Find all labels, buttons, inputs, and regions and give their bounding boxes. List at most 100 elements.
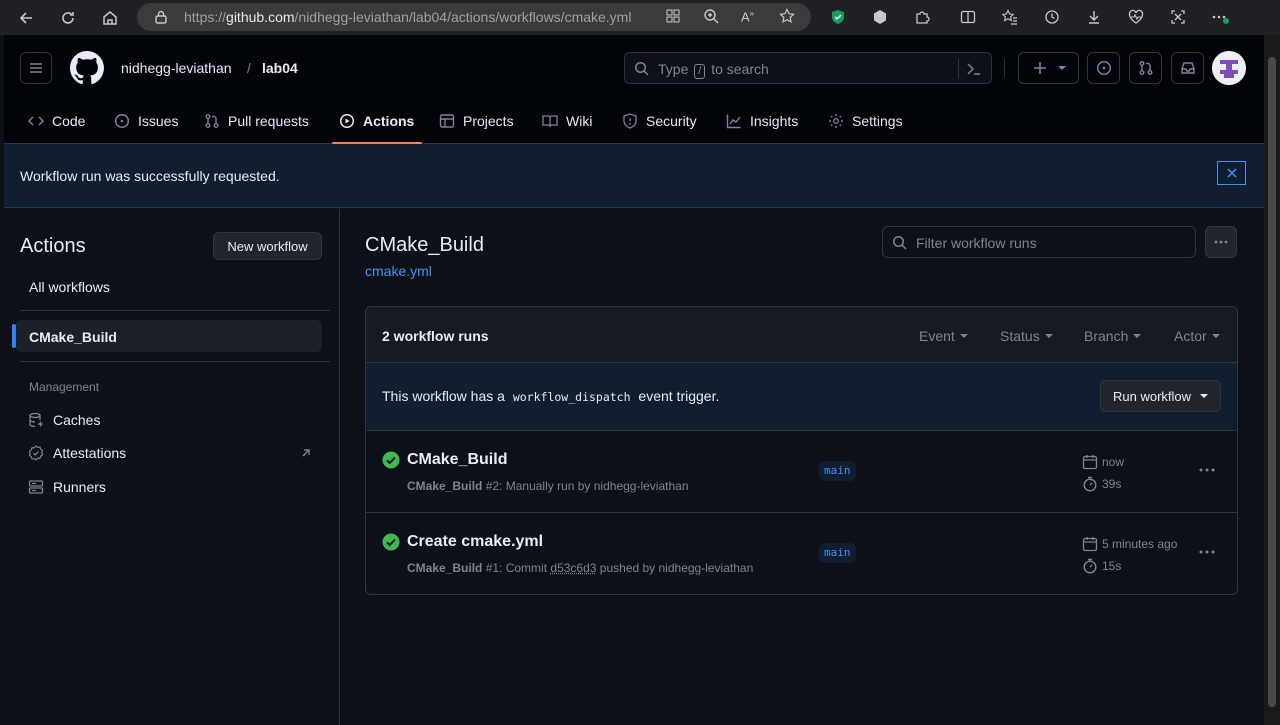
check-circle-icon xyxy=(382,451,400,469)
search-placeholder: Type / to search xyxy=(658,61,769,79)
status-filter-label: Status xyxy=(1000,328,1040,344)
tab-insights-label: Insights xyxy=(750,112,799,129)
favorite-star-icon[interactable] xyxy=(779,8,795,24)
command-palette-icon[interactable] xyxy=(966,61,982,77)
branch-filter-label: Branch xyxy=(1084,328,1129,344)
run-title[interactable]: CMake_Build xyxy=(407,451,507,469)
branch-badge[interactable]: main xyxy=(819,461,856,481)
tab-projects[interactable]: Projects xyxy=(439,97,514,144)
zoom-icon[interactable] xyxy=(703,8,719,24)
check-circle-icon xyxy=(382,533,400,551)
event-filter-label: Event xyxy=(919,328,955,344)
search-input[interactable]: Type / to search xyxy=(624,52,992,84)
event-filter[interactable]: Event xyxy=(919,328,968,344)
workflow-menu-button[interactable] xyxy=(1205,226,1237,258)
scrollbar[interactable] xyxy=(1264,35,1280,725)
verified-icon xyxy=(28,445,44,461)
address-bar[interactable]: https://github.com/nidhegg-leviathan/lab… xyxy=(137,3,811,31)
database-icon xyxy=(29,412,43,428)
url-text: https://github.com/nidhegg-leviathan/lab… xyxy=(184,9,632,25)
shield-extension-icon[interactable] xyxy=(828,7,848,27)
breadcrumb-owner[interactable]: nidhegg-leviathan xyxy=(121,60,232,76)
scroll-thumb[interactable] xyxy=(1268,57,1276,707)
puzzle-extensions-icon[interactable] xyxy=(912,7,932,27)
table-row[interactable]: CMake_Build CMake_Build #2: Manually run… xyxy=(366,431,1237,513)
tab-settings[interactable]: Settings xyxy=(828,97,903,144)
tab-insights[interactable]: Insights xyxy=(726,97,798,144)
breadcrumb-repo[interactable]: lab04 xyxy=(262,60,298,76)
sidebar-item-runners[interactable]: Runners xyxy=(28,479,106,495)
inbox-icon xyxy=(1180,62,1195,74)
issues-button[interactable] xyxy=(1087,52,1120,84)
run-workflow-button[interactable]: Run workflow xyxy=(1100,380,1221,412)
issue-opened-icon xyxy=(114,113,130,128)
tab-pull-requests[interactable]: Pull requests xyxy=(204,97,309,144)
github-header: nidhegg-leviathan / lab04 Type / to sear… xyxy=(4,35,1264,144)
inbox-button[interactable] xyxy=(1171,52,1204,84)
github-logo-icon[interactable] xyxy=(70,51,104,85)
tab-issues[interactable]: Issues xyxy=(114,97,178,144)
run-detail: CMake_Build #1: Commit d53c6d3 pushed by… xyxy=(407,561,754,575)
run-workflow-label: Run workflow xyxy=(1112,388,1192,404)
run-detail: CMake_Build #2: Manually run by nidhegg-… xyxy=(407,479,689,493)
back-icon[interactable] xyxy=(14,6,38,30)
favorites-icon[interactable] xyxy=(1000,7,1020,27)
create-new-button[interactable] xyxy=(1018,52,1079,84)
git-pull-request-icon xyxy=(1139,61,1152,75)
run-title[interactable]: Create cmake.yml xyxy=(407,533,543,551)
downloads-icon[interactable] xyxy=(1084,7,1104,27)
branch-badge[interactable]: main xyxy=(819,543,856,563)
flash-close-button[interactable] xyxy=(1217,161,1246,185)
commit-link[interactable]: d53c6d3 xyxy=(550,561,596,575)
lock-icon xyxy=(155,10,167,24)
run-count: 2 workflow runs xyxy=(382,328,489,344)
workflow-file-link[interactable]: cmake.yml xyxy=(365,263,432,279)
new-workflow-button[interactable]: New workflow xyxy=(213,232,322,260)
home-icon[interactable] xyxy=(98,6,122,30)
chevron-down-icon xyxy=(959,334,968,338)
menu-button[interactable] xyxy=(20,52,52,84)
health-icon[interactable] xyxy=(1126,7,1146,27)
refresh-icon[interactable] xyxy=(56,6,80,30)
table-row[interactable]: Create cmake.yml CMake_Build #1: Commit … xyxy=(366,513,1237,594)
workflow-title: CMake_Build xyxy=(365,234,484,256)
kebab-horizontal-icon[interactable] xyxy=(1198,461,1216,479)
hexagon-extension-icon[interactable] xyxy=(870,7,890,27)
tab-security-label: Security xyxy=(646,112,697,129)
pull-requests-button[interactable] xyxy=(1129,52,1162,84)
more-menu-icon[interactable] xyxy=(1210,7,1230,27)
status-filter[interactable]: Status xyxy=(1000,328,1053,344)
sidebar-title: Actions xyxy=(20,235,86,257)
git-pull-request-icon xyxy=(205,113,219,128)
sidebar-item-all-workflows[interactable]: All workflows xyxy=(29,279,110,295)
tab-settings-label: Settings xyxy=(852,112,903,129)
tab-code[interactable]: Code xyxy=(28,97,85,144)
workflow-runs-box: 2 workflow runs Event Status Branch Acto… xyxy=(365,306,1238,595)
shield-icon xyxy=(623,112,637,129)
history-icon[interactable] xyxy=(1042,7,1062,27)
split-screen-icon[interactable] xyxy=(958,7,978,27)
play-icon xyxy=(339,113,355,128)
stopwatch-icon xyxy=(1083,476,1097,492)
run-time: now xyxy=(1082,454,1124,470)
screenshot-icon[interactable] xyxy=(1168,7,1188,27)
sidebar-item-caches[interactable]: Caches xyxy=(28,412,100,428)
read-aloud-icon[interactable]: A» xyxy=(741,9,754,24)
branch-filter[interactable]: Branch xyxy=(1084,328,1142,344)
filter-runs-input[interactable]: Filter workflow runs xyxy=(882,226,1196,258)
filter-placeholder: Filter workflow runs xyxy=(916,235,1037,251)
sidebar-item-attestations[interactable]: Attestations xyxy=(28,445,126,461)
actor-filter[interactable]: Actor xyxy=(1174,328,1220,344)
kebab-horizontal-icon[interactable] xyxy=(1198,543,1216,561)
management-heading: Management xyxy=(29,380,100,394)
app-grid-icon[interactable] xyxy=(665,8,681,24)
actions-sidebar: Actions New workflow All workflows CMake… xyxy=(4,209,340,725)
avatar[interactable] xyxy=(1212,51,1246,85)
tab-actions[interactable]: Actions xyxy=(339,97,414,144)
repo-nav: Code Issues Pull requests Actions Projec… xyxy=(4,97,1264,144)
tab-wiki[interactable]: Wiki xyxy=(542,97,592,144)
flash-message: Workflow run was successfully requested. xyxy=(20,168,280,184)
tab-security[interactable]: Security xyxy=(622,97,697,144)
link-external-icon xyxy=(302,449,310,457)
chevron-down-icon xyxy=(1133,334,1142,338)
